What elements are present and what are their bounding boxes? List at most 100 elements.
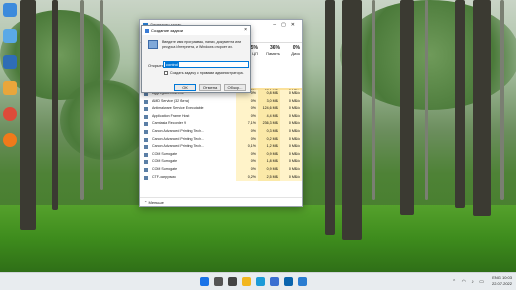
process-memory: 3,0 МБ xyxy=(258,97,280,106)
process-icon xyxy=(144,114,148,119)
explorer-icon[interactable] xyxy=(242,277,251,286)
run-dialog-title: Создание задачи xyxy=(151,28,183,33)
chrome-icon[interactable] xyxy=(3,107,17,121)
admin-checkbox[interactable]: Создать задачу с правами администратора. xyxy=(164,71,244,75)
edge-icon[interactable] xyxy=(256,277,265,286)
process-disk: 0 МБ/с xyxy=(280,105,302,113)
process-memory: 0,8 МБ xyxy=(258,90,280,98)
process-cpu: 0,2% xyxy=(236,173,258,182)
system-tray-icons[interactable]: ⌃ ◠ ♪ ▭ xyxy=(452,279,486,285)
dialog-buttons: ОК Отмена Обзор... xyxy=(174,84,246,91)
folder-icon[interactable] xyxy=(3,29,17,43)
open-input-value: control xyxy=(165,62,180,67)
process-icon xyxy=(144,99,148,104)
start-icon[interactable] xyxy=(200,277,209,286)
process-cpu: 0% xyxy=(236,112,258,121)
clock-date: 22.07.2022 xyxy=(491,281,512,286)
process-disk: 0 МБ/с xyxy=(280,158,302,166)
clock-time: 10:03 xyxy=(501,275,512,280)
process-name: Application Frame Host xyxy=(152,113,190,118)
table-row[interactable]: Camtasia Recorder 9 7,1% 236,3 МБ 0 МБ/с xyxy=(140,120,302,128)
process-disk: 0 МБ/с xyxy=(280,90,302,98)
process-icon xyxy=(144,137,148,142)
table-row[interactable]: Canon Advanced Printing Tech... 0% 0,3 МБ 0… xyxy=(140,127,302,136)
language-indicator[interactable]: ENG xyxy=(492,275,501,280)
process-cpu: 0% xyxy=(236,127,258,136)
process-cpu: 0% xyxy=(236,150,258,159)
table-row[interactable]: Application Frame Host 0% 4,4 МБ 0 МБ/с xyxy=(140,112,302,121)
recycle-bin-icon[interactable] xyxy=(3,3,17,17)
process-cpu: 0% xyxy=(236,97,258,106)
process-memory: 1,8 МБ xyxy=(258,158,280,166)
process-name: COM Surrogate xyxy=(152,159,178,164)
taskbar: ⌃ ◠ ♪ ▭ ENG 10:03 22.07.2022 xyxy=(0,272,516,290)
run-dialog-titlebar[interactable]: Создание задачи × xyxy=(142,26,250,35)
open-input[interactable]: control xyxy=(163,61,249,68)
process-icon xyxy=(144,107,148,112)
table-row[interactable]: COM Surrogate 0% 0,9 МБ 0 МБ/с xyxy=(140,150,302,159)
shortcut-icon[interactable] xyxy=(3,81,17,95)
grass xyxy=(0,205,516,272)
app-icon[interactable] xyxy=(3,55,17,69)
table-row[interactable]: COM Surrogate 0% 1,8 МБ 0 МБ/с xyxy=(140,158,302,166)
memory-column-header[interactable]: 36% Память xyxy=(258,45,280,56)
mail-icon[interactable] xyxy=(284,277,293,286)
process-disk: 0 МБ/с xyxy=(280,135,302,144)
disk-column-header[interactable]: 0% Диск xyxy=(280,45,300,56)
checkbox-icon[interactable] xyxy=(164,71,168,75)
process-memory: 124,6 МБ xyxy=(258,105,280,113)
taskbar-apps xyxy=(200,277,307,286)
process-name: Antimalware Service Executable xyxy=(152,106,204,111)
process-disk: 0 МБ/с xyxy=(280,165,302,174)
process-icon xyxy=(144,145,148,150)
process-name: Canon Advanced Printing Tech... xyxy=(152,136,205,141)
process-disk: 0 МБ/с xyxy=(280,112,302,121)
process-memory: 4,4 МБ xyxy=(258,112,280,121)
taskmgr-icon[interactable] xyxy=(298,277,307,286)
process-memory: 0,2 МБ xyxy=(258,135,280,144)
table-row[interactable]: Antimalware Service Executable 0% 124,6 МБ… xyxy=(140,105,302,113)
process-disk: 0 МБ/с xyxy=(280,173,302,182)
browse-button[interactable]: Обзор... xyxy=(224,84,246,91)
process-list: AggregatorHost.exe 0% 0,8 МБ 0 МБ/с AMD Serv… xyxy=(140,90,302,182)
run-dialog: Создание задачи × Введите имя программы,… xyxy=(141,25,251,93)
table-row[interactable]: Canon Advanced Printing Tech... 0% 0,2 МБ 0… xyxy=(140,135,302,144)
table-row[interactable]: Canon Advanced Printing Tech... 0,1% 1,2 М… xyxy=(140,143,302,151)
process-disk: 0 МБ/с xyxy=(280,150,302,159)
store-icon[interactable] xyxy=(270,277,279,286)
process-icon xyxy=(144,167,148,172)
process-icon xyxy=(144,160,148,165)
process-cpu: 0% xyxy=(236,135,258,144)
process-disk: 0 МБ/с xyxy=(280,127,302,136)
process-disk: 0 МБ/с xyxy=(280,143,302,151)
process-memory: 2,5 МБ xyxy=(258,173,280,182)
close-icon[interactable]: × xyxy=(244,26,247,35)
process-memory: 236,3 МБ xyxy=(258,120,280,128)
ok-button[interactable]: ОК xyxy=(174,84,196,91)
table-row[interactable]: AMD Service (32 бита) 0% 3,0 МБ 0 МБ/с xyxy=(140,97,302,106)
fewer-details-button[interactable]: ⌃ Меньше xyxy=(140,197,302,206)
process-memory: 0,9 МБ xyxy=(258,165,280,174)
process-cpu: 0% xyxy=(236,105,258,113)
process-icon xyxy=(144,129,148,134)
process-memory: 0,3 МБ xyxy=(258,127,280,136)
table-row[interactable]: COM Surrogate 0% 0,9 МБ 0 МБ/с xyxy=(140,165,302,174)
process-disk: 0 МБ/с xyxy=(280,97,302,106)
system-clock[interactable]: ENG 10:03 22.07.2022 xyxy=(492,275,512,287)
process-name: Canon Advanced Printing Tech... xyxy=(152,128,205,133)
desktop-icons xyxy=(3,3,19,159)
firefox-icon[interactable] xyxy=(3,133,17,147)
cancel-button[interactable]: Отмена xyxy=(199,84,221,91)
search-icon[interactable] xyxy=(214,277,223,286)
run-icon xyxy=(145,29,149,33)
process-name: COM Surrogate xyxy=(152,151,178,156)
process-cpu: 0% xyxy=(236,158,258,166)
process-name: Camtasia Recorder 9 xyxy=(152,121,186,126)
table-row[interactable]: CTF-загрузчик 0,2% 2,5 МБ 0 МБ/с xyxy=(140,173,302,182)
process-name: CTF-загрузчик xyxy=(152,174,176,179)
taskview-icon[interactable] xyxy=(228,277,237,286)
process-icon xyxy=(144,152,148,157)
process-cpu: 0,1% xyxy=(236,143,258,151)
process-name: Canon Advanced Printing Tech... xyxy=(152,144,205,149)
window-controls[interactable]: –▢✕ xyxy=(273,20,300,30)
